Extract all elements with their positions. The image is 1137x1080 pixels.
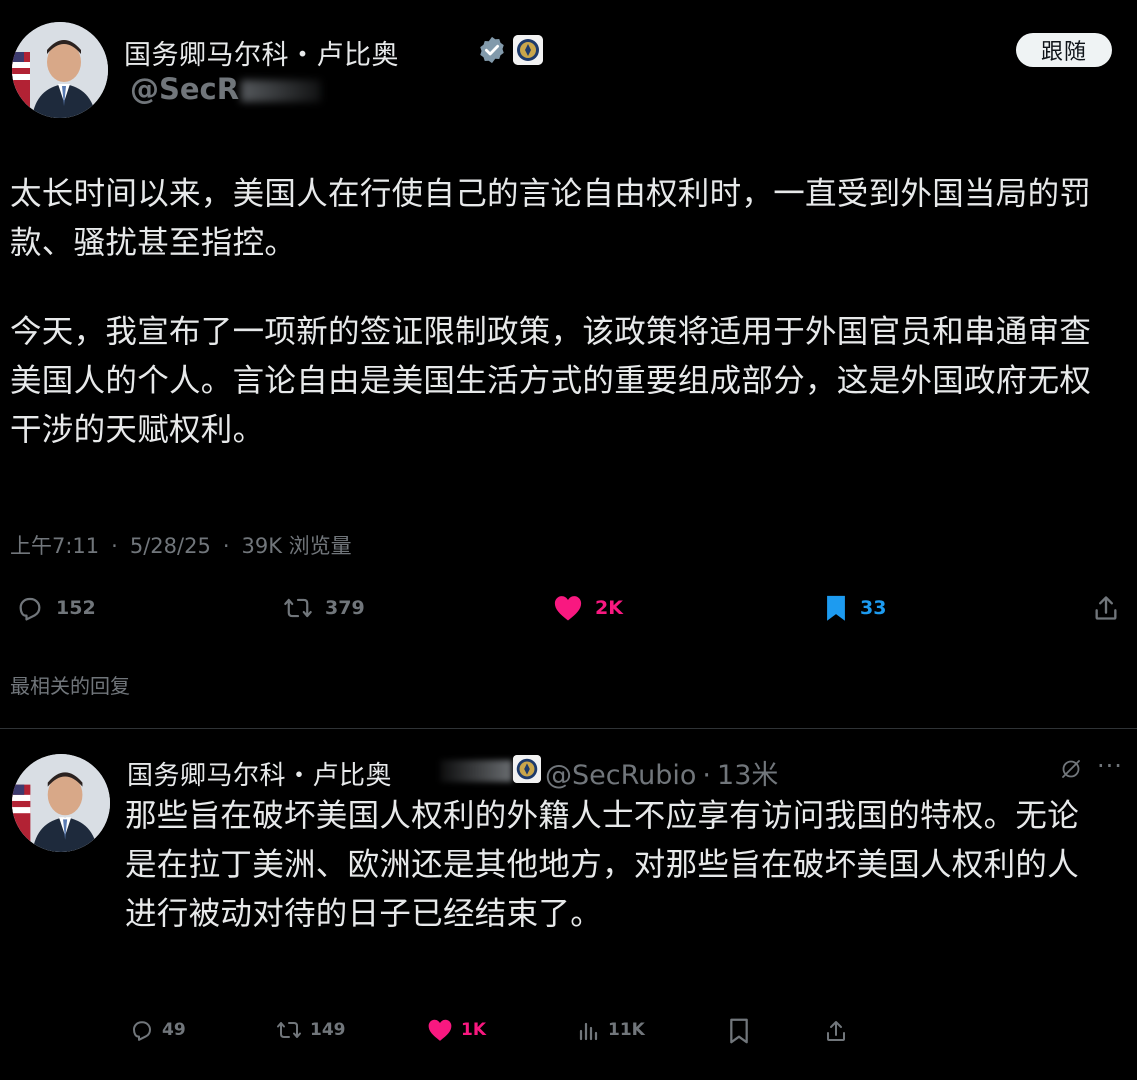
handle-redaction-blur bbox=[241, 80, 322, 102]
reply-tweet-text: 那些旨在破坏美国人权利的外籍人士不应享有访问我国的特权。无论是在拉丁美洲、欧洲还… bbox=[125, 798, 1080, 932]
reply-count: 152 bbox=[56, 597, 96, 619]
like-button[interactable]: 2K bbox=[553, 594, 623, 622]
verified-badge-icon bbox=[480, 36, 504, 64]
reply-author-display-name[interactable]: 国务卿马尔科・卢比奥 bbox=[127, 755, 392, 792]
views-button[interactable]: 11K bbox=[578, 1018, 645, 1042]
more-icon[interactable]: ··· bbox=[1097, 752, 1123, 780]
badge-redaction-blur bbox=[440, 760, 512, 782]
author-avatar[interactable] bbox=[12, 22, 108, 118]
author-handle-text: @SecR bbox=[130, 72, 240, 106]
heart-icon bbox=[428, 1019, 452, 1041]
tweet-text-paragraph: 今天，我宣布了一项新的签证限制政策，该政策将适用于外国官员和串通审查美国人的个人… bbox=[10, 314, 1092, 448]
share-button[interactable] bbox=[1093, 594, 1119, 622]
state-department-seal-icon bbox=[513, 35, 543, 65]
avatar-portrait-icon bbox=[12, 22, 108, 118]
reply-time[interactable]: 13米 bbox=[717, 760, 778, 791]
meta-separator: · bbox=[702, 760, 712, 791]
reply-handle-line: @SecRubio · 13米 bbox=[545, 753, 778, 792]
relevant-replies-label[interactable]: 最相关的回复 bbox=[10, 670, 130, 699]
tweet-meta: 上午7:11 · 5/28/25 · 39K 浏览量 bbox=[10, 530, 352, 560]
reply-count: 49 bbox=[162, 1020, 186, 1040]
reply-icon bbox=[19, 597, 41, 621]
tweet-text-paragraph: 太长时间以来，美国人在行使自己的言论自由权利时，一直受到外国当局的罚款、骚扰甚至… bbox=[10, 176, 1092, 261]
grok-icon[interactable] bbox=[1060, 758, 1082, 780]
share-icon bbox=[827, 1021, 845, 1041]
views-count: 11K bbox=[608, 1020, 645, 1040]
reply-author-avatar[interactable] bbox=[12, 754, 110, 852]
reply-button[interactable]: 152 bbox=[16, 594, 96, 622]
bookmark-icon bbox=[827, 595, 845, 621]
share-button[interactable] bbox=[825, 1018, 847, 1044]
reply-author-handle[interactable]: @SecRubio bbox=[545, 760, 696, 791]
like-button[interactable]: 1K bbox=[427, 1018, 486, 1042]
avatar-portrait-icon bbox=[12, 754, 110, 852]
meta-separator: · bbox=[111, 534, 118, 558]
tweet-time[interactable]: 上午7:11 bbox=[10, 534, 99, 558]
retweet-icon bbox=[284, 598, 312, 618]
author-handle[interactable]: @SecR bbox=[130, 72, 322, 106]
reply-button[interactable]: 49 bbox=[130, 1018, 186, 1042]
bookmark-button[interactable] bbox=[728, 1018, 750, 1044]
tweet-date[interactable]: 5/28/25 bbox=[130, 534, 211, 558]
like-count: 1K bbox=[461, 1020, 487, 1040]
share-icon bbox=[1095, 596, 1117, 620]
reply-icon bbox=[133, 1021, 151, 1041]
heart-icon bbox=[554, 596, 582, 621]
bookmark-icon bbox=[730, 1018, 748, 1044]
bookmark-button[interactable]: 33 bbox=[824, 594, 886, 622]
retweet-button[interactable]: 149 bbox=[276, 1018, 346, 1042]
retweet-count: 149 bbox=[310, 1020, 346, 1040]
views-icon bbox=[579, 1022, 598, 1041]
meta-separator: · bbox=[222, 534, 230, 558]
state-department-seal-icon bbox=[513, 755, 541, 783]
retweet-count: 379 bbox=[325, 597, 365, 619]
section-divider bbox=[0, 728, 1137, 729]
retweet-icon bbox=[277, 1022, 301, 1038]
retweet-button[interactable]: 379 bbox=[283, 594, 365, 622]
like-count: 2K bbox=[595, 597, 623, 619]
bookmark-count: 33 bbox=[860, 597, 887, 619]
tweet-views[interactable]: 39K 浏览量 bbox=[242, 534, 352, 558]
author-display-name[interactable]: 国务卿马尔科・卢比奥 bbox=[124, 33, 399, 72]
follow-button[interactable]: 跟随 bbox=[1016, 33, 1112, 67]
